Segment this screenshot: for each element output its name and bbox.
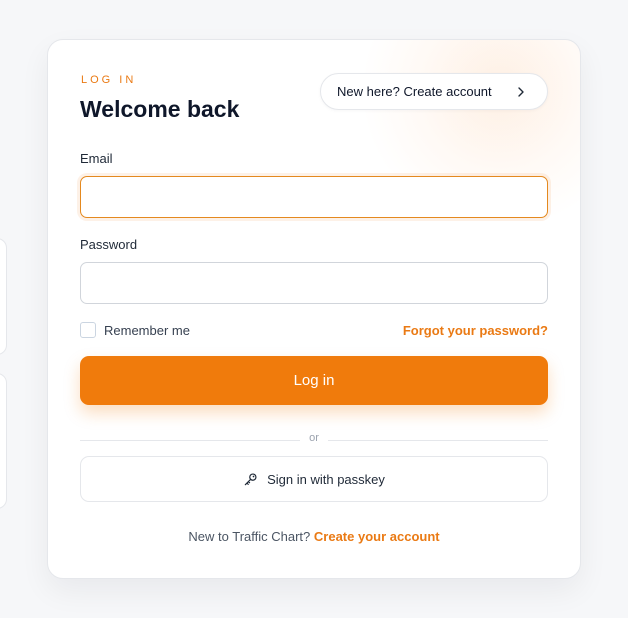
divider-text: or — [309, 432, 319, 444]
passkey-button[interactable]: Sign in with passkey — [80, 456, 548, 502]
remember-me-label: Remember me — [104, 322, 190, 338]
page-title: Welcome back — [80, 96, 240, 122]
create-account-pill-button[interactable]: New here? Create account — [320, 73, 548, 110]
signup-footer: New to Traffic Chart? Create your accoun… — [48, 529, 580, 544]
key-icon — [244, 472, 257, 485]
login-card: LOG IN Welcome back New here? Create acc… — [47, 39, 581, 579]
login-eyebrow: LOG IN — [81, 74, 137, 86]
chevron-right-icon — [518, 87, 524, 97]
passkey-button-label: Sign in with passkey — [267, 471, 385, 487]
password-label: Password — [80, 237, 138, 252]
create-your-account-link[interactable]: Create your account — [314, 529, 440, 544]
email-label: Email — [80, 151, 113, 166]
password-field[interactable] — [80, 262, 548, 304]
remember-me[interactable]: Remember me — [80, 322, 190, 338]
or-divider: or — [80, 432, 548, 448]
remember-me-checkbox[interactable] — [80, 322, 96, 338]
background-card-2 — [0, 373, 7, 509]
email-field[interactable] — [80, 176, 548, 218]
divider-line-right — [328, 440, 548, 441]
forgot-password-link[interactable]: Forgot your password? — [403, 323, 548, 338]
signup-footer-text: New to Traffic Chart? — [188, 529, 314, 544]
login-button[interactable]: Log in — [80, 356, 548, 405]
create-account-pill-label: New here? Create account — [337, 84, 492, 99]
background-card-1 — [0, 238, 7, 355]
